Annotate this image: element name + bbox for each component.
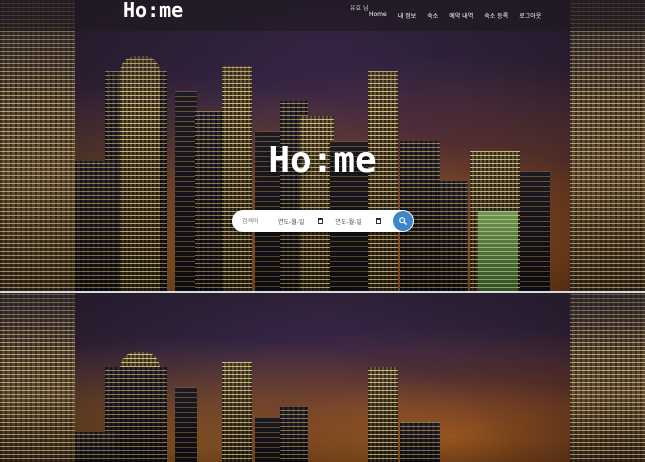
navbar: Ho:me 유효 님 Home 내 정보 숙소 예약 내역 숙소 등록 로그아웃 — [0, 0, 645, 31]
nav-my-info[interactable]: 내 정보 — [398, 11, 416, 20]
user-greeting: 유효 님 — [350, 5, 369, 12]
nav-accommodations[interactable]: 숙소 — [427, 11, 438, 20]
destination-input[interactable] — [242, 217, 266, 225]
calendar-icon[interactable] — [318, 218, 324, 224]
checkin-date-text: 연도-월-일 — [278, 218, 305, 226]
checkin-date-input[interactable]: 연도-월-일 — [278, 217, 324, 226]
checkout-date-text: 연도-월-일 — [335, 218, 362, 226]
hero-title: Ho:me — [268, 140, 377, 181]
nav-register-accommodation[interactable]: 숙소 등록 — [484, 11, 508, 20]
checkout-date-input[interactable]: 연도-월-일 — [335, 217, 381, 226]
nav-logout[interactable]: 로그아웃 — [519, 11, 541, 20]
nav-reservations[interactable]: 예약 내역 — [449, 11, 473, 20]
search-icon — [399, 217, 407, 225]
search-bar: 연도-월-일 연도-월-일 — [232, 210, 414, 232]
nav-home[interactable]: Home — [369, 11, 387, 20]
nav-links: Home 내 정보 숙소 예약 내역 숙소 등록 로그아웃 — [369, 11, 541, 20]
search-button[interactable] — [393, 211, 413, 231]
brand-logo[interactable]: Ho:me — [123, 0, 183, 22]
section-background — [0, 293, 645, 462]
calendar-icon[interactable] — [375, 218, 381, 224]
